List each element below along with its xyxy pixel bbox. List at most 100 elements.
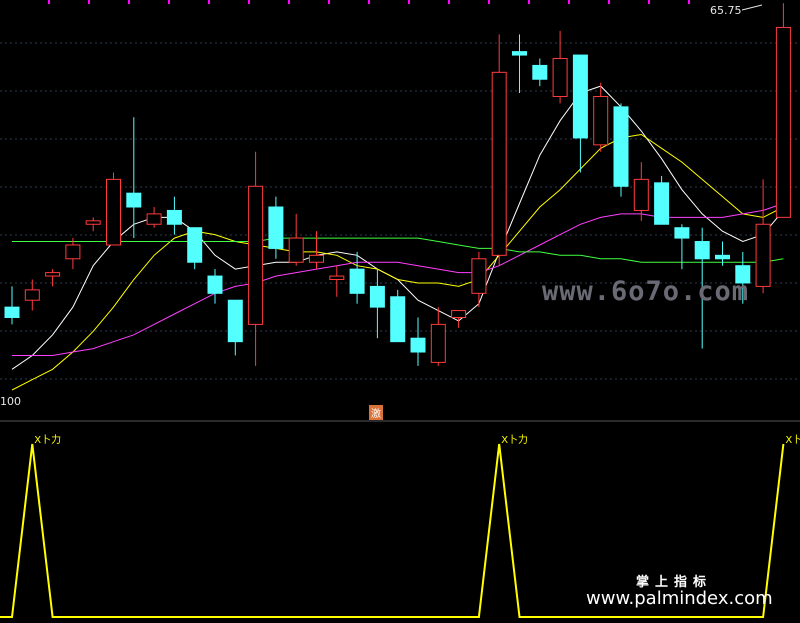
candle-body xyxy=(288,237,304,263)
stock-chart: X卜力X卜力X卜力 65.75 100 激 www.6o7o.com 掌上指标 … xyxy=(0,0,800,618)
price-max-arrow xyxy=(741,4,763,11)
candle-body xyxy=(390,296,406,343)
top-mark xyxy=(48,0,50,4)
candle xyxy=(633,162,649,221)
candle-body xyxy=(309,254,324,263)
candle xyxy=(4,286,20,325)
candle-body xyxy=(633,178,649,211)
candle xyxy=(85,217,101,232)
candle-body xyxy=(512,51,527,56)
top-mark xyxy=(688,0,690,4)
candle-body xyxy=(451,310,467,318)
candle xyxy=(309,231,324,270)
candle xyxy=(24,279,40,311)
candle-body xyxy=(106,178,121,246)
candle-body xyxy=(248,185,264,325)
candle-body xyxy=(24,289,40,301)
candle xyxy=(491,34,507,266)
moving-average-lines xyxy=(11,85,784,391)
candle xyxy=(166,196,182,235)
top-marks xyxy=(48,0,690,4)
candle-body xyxy=(65,244,81,260)
candle xyxy=(288,213,304,266)
candle-body xyxy=(45,272,61,277)
candle xyxy=(654,175,670,225)
candle xyxy=(532,58,548,87)
candle-body xyxy=(268,206,284,249)
signal-peak-label: X卜力 xyxy=(501,433,528,446)
candle xyxy=(227,299,243,356)
candle-body xyxy=(491,71,507,256)
candle-body xyxy=(329,275,345,281)
candle xyxy=(106,172,121,246)
top-mark xyxy=(408,0,410,4)
top-mark xyxy=(248,0,250,4)
candle xyxy=(329,265,345,297)
candle xyxy=(146,206,162,228)
candle-body xyxy=(207,275,223,294)
top-mark xyxy=(208,0,210,4)
candle xyxy=(512,34,527,94)
candle xyxy=(613,103,629,197)
candle-body xyxy=(674,227,690,239)
candle xyxy=(126,117,142,239)
ma-line-4 xyxy=(12,237,784,263)
candle xyxy=(593,82,609,152)
candle xyxy=(775,3,791,218)
signal-peak-label: X卜力 xyxy=(785,433,800,446)
candle-body xyxy=(572,54,588,139)
candle-body xyxy=(369,285,385,308)
candle-body xyxy=(613,106,629,187)
candle xyxy=(187,227,203,270)
candle-body xyxy=(593,96,609,146)
top-mark xyxy=(488,0,490,4)
candle xyxy=(65,238,81,270)
candle xyxy=(552,30,568,104)
top-mark xyxy=(368,0,370,4)
candle xyxy=(410,317,426,366)
candle xyxy=(430,307,446,366)
candle xyxy=(248,151,264,366)
top-mark xyxy=(608,0,610,4)
candle xyxy=(572,54,588,173)
candle-body xyxy=(349,268,365,294)
candle-body xyxy=(715,254,730,260)
top-mark xyxy=(88,0,90,4)
top-mark xyxy=(648,0,650,4)
candle xyxy=(755,179,771,294)
watermark-site2: www.palmindex.com xyxy=(586,588,773,609)
candle-body xyxy=(430,323,446,363)
candle xyxy=(45,269,61,287)
candle-body xyxy=(187,227,203,263)
candle-body xyxy=(755,223,771,287)
candle xyxy=(369,269,385,339)
candle-body xyxy=(227,299,243,343)
candle-body xyxy=(552,58,568,98)
top-mark xyxy=(528,0,530,4)
top-mark xyxy=(568,0,570,4)
candle xyxy=(349,251,365,304)
candle-body xyxy=(410,337,426,353)
candle-body xyxy=(126,192,142,208)
candle-body xyxy=(146,213,162,225)
top-mark xyxy=(328,0,330,4)
candle-body xyxy=(694,241,710,260)
signal-peak-label: X卜力 xyxy=(34,433,61,446)
candles xyxy=(4,3,791,366)
top-mark xyxy=(128,0,130,4)
candle xyxy=(207,269,223,304)
candle-body xyxy=(532,64,548,80)
signal-tag-text: 激 xyxy=(371,407,381,420)
candle-body xyxy=(166,209,182,225)
price-max-label: 65.75 xyxy=(710,4,742,17)
candle-body xyxy=(471,258,487,294)
candle-body xyxy=(4,306,20,318)
top-mark xyxy=(288,0,290,4)
watermark-site: www.6o7o.com xyxy=(542,276,749,307)
top-mark xyxy=(168,0,170,4)
candle-body xyxy=(85,220,101,225)
bottom-axis-label: 100 xyxy=(0,395,21,408)
candle xyxy=(471,251,487,308)
top-mark xyxy=(448,0,450,4)
candle-body xyxy=(654,182,670,225)
